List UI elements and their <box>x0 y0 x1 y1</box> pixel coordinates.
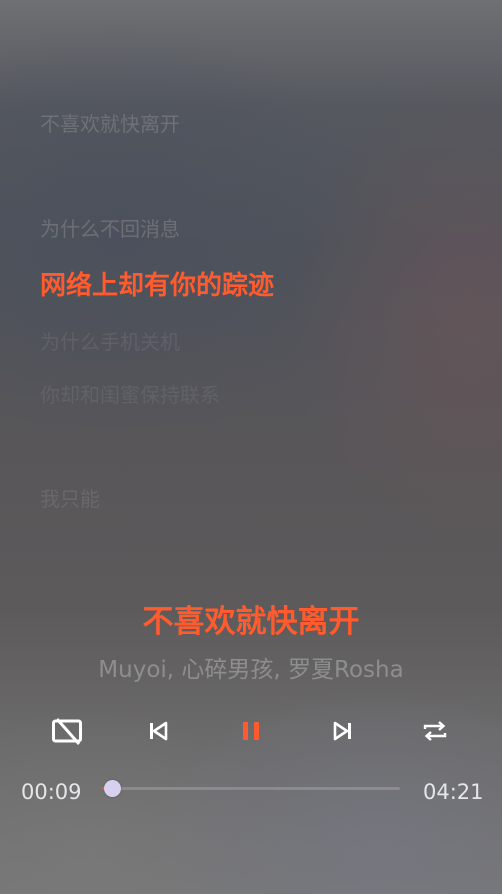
progress-thumb[interactable] <box>104 780 122 797</box>
repeat-icon <box>422 719 448 743</box>
previous-button[interactable] <box>135 708 181 754</box>
play-pause-button[interactable] <box>228 708 274 754</box>
current-time: 00:09 <box>21 780 82 804</box>
pause-icon <box>240 720 262 742</box>
skip-previous-icon <box>147 720 169 742</box>
lyrics-off-icon <box>51 716 83 746</box>
total-time: 04:21 <box>423 780 484 804</box>
progress-bar[interactable] <box>102 780 400 797</box>
next-button[interactable] <box>320 708 366 754</box>
music-player-screen: 不喜欢就快离开 为什么不回消息 网络上却有你的踪迹 为什么手机关机 你却和闺蜜保… <box>0 0 502 894</box>
repeat-button[interactable] <box>412 708 458 754</box>
lyric-line[interactable]: 为什么手机关机 <box>40 330 180 354</box>
lyric-line-active[interactable]: 网络上却有你的踪迹 <box>40 271 274 301</box>
song-title: 不喜欢就快离开 <box>142 604 360 640</box>
lyric-line[interactable]: 不喜欢就快离开 <box>40 112 180 136</box>
lyric-line[interactable]: 为什么不回消息 <box>40 217 180 241</box>
lyric-line[interactable]: 你却和闺蜜保持联系 <box>40 383 220 407</box>
lyrics-toggle-button[interactable] <box>44 708 90 754</box>
lyric-line[interactable]: 我只能 <box>40 487 100 511</box>
skip-next-icon <box>332 720 354 742</box>
song-artist[interactable]: Muyoi, 心碎男孩, 罗夏Rosha <box>0 656 502 684</box>
